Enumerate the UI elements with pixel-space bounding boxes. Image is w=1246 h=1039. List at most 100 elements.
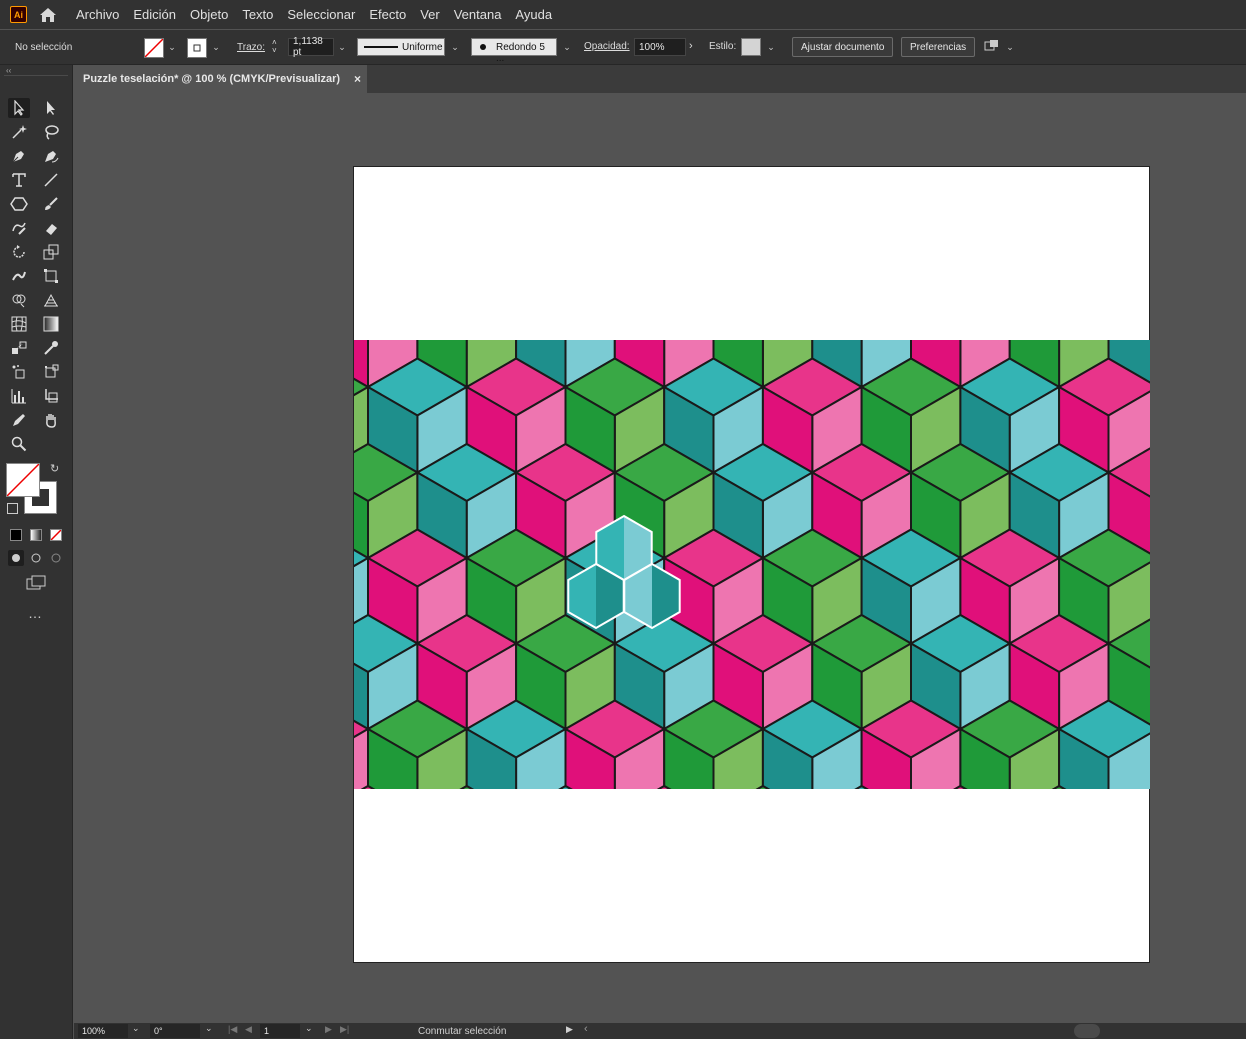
menu-archivo[interactable]: Archivo bbox=[76, 7, 119, 22]
tessellation-pattern bbox=[354, 340, 1150, 789]
menu-objeto[interactable]: Objeto bbox=[190, 7, 228, 22]
zoom-input[interactable]: 100% bbox=[78, 1024, 128, 1038]
variable-width-profile[interactable]: Uniforme bbox=[357, 38, 445, 56]
scroll-left-icon[interactable]: ‹ bbox=[584, 1023, 588, 1035]
direct-selection-tool-icon[interactable] bbox=[40, 98, 62, 118]
menu-ayuda[interactable]: Ayuda bbox=[515, 7, 552, 22]
eraser-icon[interactable] bbox=[40, 218, 62, 238]
warp-icon[interactable] bbox=[8, 266, 30, 286]
status-toggle-label[interactable]: Conmutar selección bbox=[418, 1026, 506, 1037]
stroke-weight-dropdown[interactable]: ⌄ bbox=[336, 38, 348, 56]
status-menu-arrow-icon[interactable]: ▶ bbox=[566, 1024, 573, 1035]
profile-line bbox=[364, 46, 398, 48]
home-icon[interactable] bbox=[38, 5, 58, 25]
lasso-icon[interactable] bbox=[40, 122, 62, 142]
menu-ver[interactable]: Ver bbox=[420, 7, 440, 22]
zoom-dropdown[interactable]: ⌄ bbox=[132, 1023, 140, 1034]
draw-inside-icon[interactable] bbox=[49, 551, 63, 570]
style-label: Estilo: bbox=[709, 41, 737, 52]
rotation-dropdown[interactable]: ⌄ bbox=[205, 1023, 213, 1034]
artboard-number-input[interactable]: 1 bbox=[260, 1024, 300, 1038]
panel-divider bbox=[4, 75, 68, 76]
close-tab-icon[interactable]: × bbox=[354, 72, 361, 86]
fill-swatch[interactable] bbox=[144, 38, 164, 58]
opacity-label[interactable]: Opacidad: bbox=[584, 41, 630, 52]
blend-icon[interactable] bbox=[8, 338, 30, 358]
symbol-sprayer-icon[interactable] bbox=[8, 362, 30, 382]
eyedropper-icon[interactable] bbox=[40, 338, 62, 358]
paintbrush-icon[interactable] bbox=[40, 194, 62, 214]
horizontal-scrollbar-thumb[interactable] bbox=[1074, 1024, 1100, 1038]
rotate-icon[interactable] bbox=[8, 242, 30, 262]
next-artboard-icon[interactable]: ▶ bbox=[325, 1024, 332, 1035]
fill-dropdown[interactable]: ⌄ bbox=[166, 38, 178, 56]
hand-icon[interactable] bbox=[40, 410, 62, 430]
swap-colors-icon[interactable]: ↻ bbox=[50, 462, 59, 475]
menu-seleccionar[interactable]: Seleccionar bbox=[287, 7, 355, 22]
draw-normal-icon[interactable] bbox=[8, 550, 24, 566]
perspective-grid-icon[interactable] bbox=[40, 290, 62, 310]
profile-dropdown[interactable]: ⌄ bbox=[449, 38, 461, 56]
menu-ventana[interactable]: Ventana bbox=[454, 7, 502, 22]
fit-document-button[interactable]: Ajustar documento bbox=[792, 37, 894, 57]
brush-dot-icon bbox=[480, 44, 486, 50]
menu-efecto[interactable]: Efecto bbox=[369, 7, 406, 22]
slice-icon[interactable] bbox=[40, 386, 62, 406]
color-mode-icon[interactable] bbox=[10, 529, 22, 541]
artboard-icon[interactable] bbox=[40, 362, 62, 382]
line-icon[interactable] bbox=[40, 170, 62, 190]
stroke-label[interactable]: Trazo: bbox=[237, 42, 265, 53]
arrange-dropdown[interactable]: ⌄ bbox=[1004, 38, 1016, 56]
pen-icon[interactable] bbox=[8, 146, 30, 166]
app-logo[interactable]: Ai bbox=[10, 6, 27, 23]
stroke-weight-input[interactable]: 1,1138 pt bbox=[288, 36, 334, 58]
status-bar: 100% ⌄ 0° ⌄ |◀ ◀ 1 ⌄ ▶ ▶| Conmutar selec… bbox=[74, 1023, 1246, 1039]
rotation-input[interactable]: 0° bbox=[150, 1024, 200, 1038]
tools-panel: ‹‹ ↻ … bbox=[0, 65, 73, 1039]
pencil-icon[interactable] bbox=[8, 410, 30, 430]
brush-label: Redondo 5 ... bbox=[496, 42, 545, 64]
style-dropdown[interactable]: ⌄ bbox=[765, 38, 777, 56]
first-artboard-icon[interactable]: |◀ bbox=[228, 1024, 237, 1035]
magic-wand-icon[interactable] bbox=[8, 122, 30, 142]
stroke-dropdown[interactable]: ⌄ bbox=[210, 38, 222, 56]
arrange-icon[interactable] bbox=[984, 39, 1000, 56]
opacity-input[interactable]: 100% bbox=[634, 38, 686, 56]
shape-builder-icon[interactable] bbox=[8, 290, 30, 310]
mesh-icon[interactable] bbox=[8, 314, 30, 334]
edit-toolbar-icon[interactable]: … bbox=[28, 605, 43, 621]
tile-face bbox=[568, 564, 596, 628]
scale-icon[interactable] bbox=[40, 242, 62, 262]
menu-edicion[interactable]: Edición bbox=[133, 7, 176, 22]
free-transform-icon[interactable] bbox=[40, 266, 62, 286]
polygon-icon[interactable] bbox=[8, 194, 30, 214]
type-icon[interactable] bbox=[8, 170, 30, 190]
brush-dropdown[interactable]: ⌄ bbox=[561, 38, 573, 56]
preferences-button[interactable]: Preferencias bbox=[901, 37, 976, 57]
last-artboard-icon[interactable]: ▶| bbox=[340, 1024, 349, 1035]
curvature-icon[interactable] bbox=[40, 146, 62, 166]
stroke-stepper[interactable]: ˄ ˅ bbox=[272, 39, 277, 55]
fill-color-box[interactable] bbox=[6, 463, 40, 497]
style-swatch[interactable] bbox=[741, 38, 761, 56]
gradient-icon[interactable] bbox=[40, 314, 62, 334]
brush-definition[interactable]: Redondo 5 ... bbox=[471, 38, 557, 64]
document-tab[interactable]: Puzzle teselación* @ 100 % (CMYK/Previsu… bbox=[74, 65, 367, 93]
selected-tile-outline[interactable] bbox=[560, 510, 690, 635]
selection-tool-icon[interactable] bbox=[8, 98, 30, 118]
draw-behind-icon[interactable] bbox=[29, 551, 43, 570]
menu-bar: Ai Archivo Edición Objeto Texto Seleccio… bbox=[0, 0, 1246, 29]
stroke-swatch[interactable] bbox=[187, 38, 207, 58]
opacity-arrow-icon[interactable]: › bbox=[689, 40, 693, 52]
artboard-dropdown[interactable]: ⌄ bbox=[305, 1023, 313, 1034]
previous-artboard-icon[interactable]: ◀ bbox=[245, 1024, 252, 1035]
zoom-icon[interactable] bbox=[8, 434, 30, 454]
collapse-panel-icon[interactable]: ‹‹ bbox=[6, 66, 11, 75]
default-colors-icon[interactable] bbox=[7, 503, 18, 514]
none-mode-icon[interactable] bbox=[50, 529, 62, 541]
menu-texto[interactable]: Texto bbox=[242, 7, 273, 22]
screen-mode-icon[interactable] bbox=[26, 575, 46, 596]
gradient-mode-icon[interactable] bbox=[30, 529, 42, 541]
column-graph-icon[interactable] bbox=[8, 386, 30, 406]
shaper-icon[interactable] bbox=[8, 218, 30, 238]
